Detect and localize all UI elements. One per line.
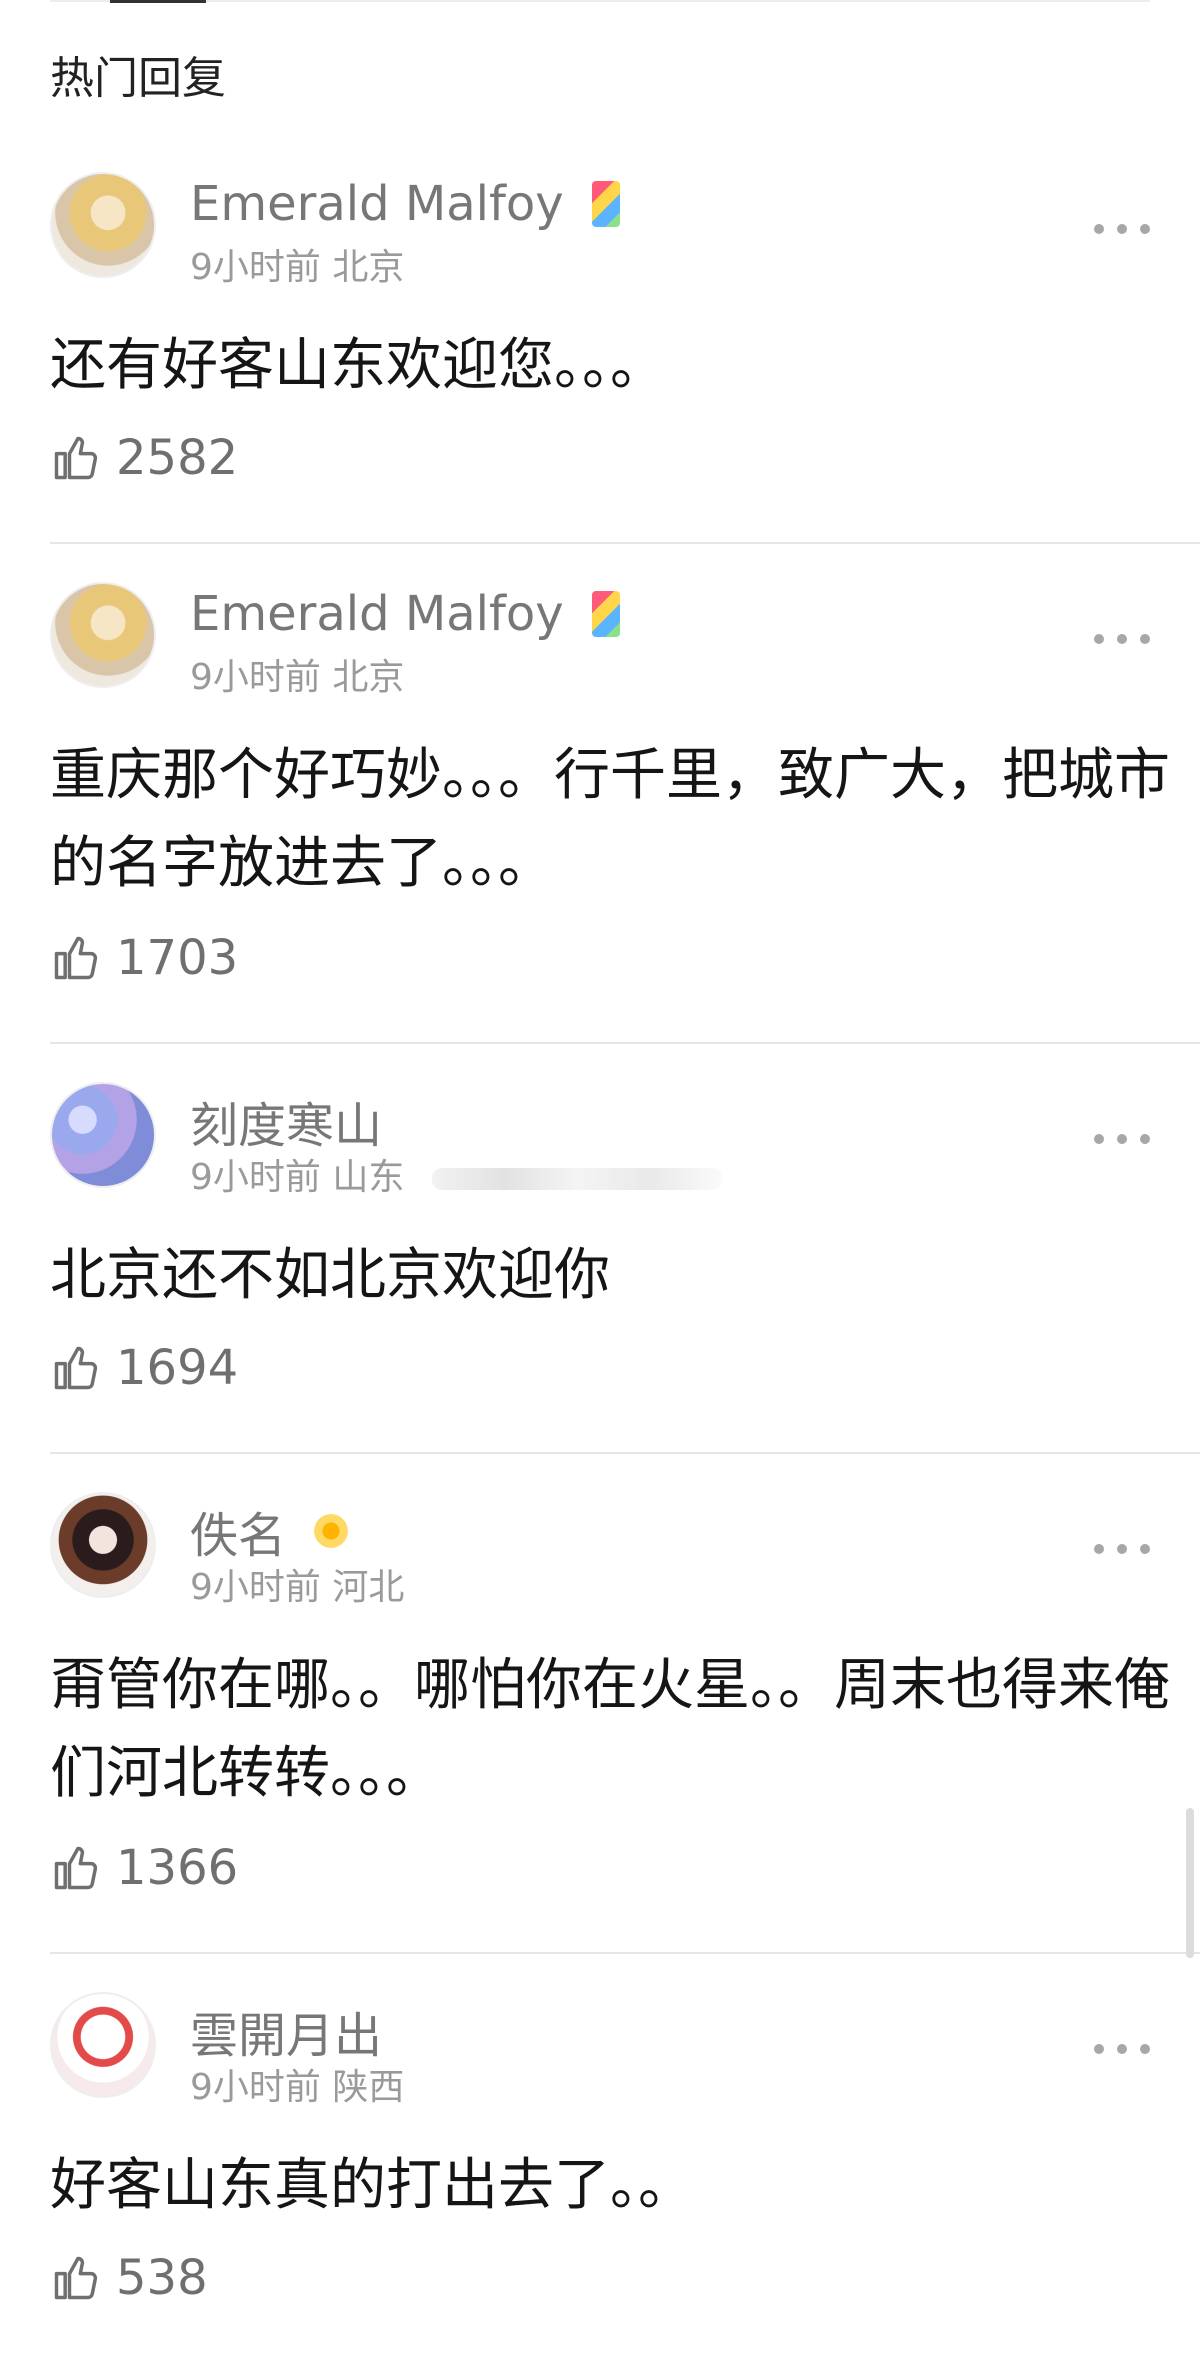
like-count: 1703 — [116, 930, 239, 986]
thumbs-up-icon — [54, 936, 98, 980]
comment-divider — [50, 1042, 1200, 1044]
username-text[interactable]: 刻度寒山 — [190, 1086, 382, 1156]
like-count: 2582 — [116, 430, 239, 486]
comment-time: 9小时前 — [190, 247, 321, 288]
thumbs-up-icon — [54, 436, 98, 480]
like-button[interactable]: 1703 — [50, 930, 238, 986]
comment-location: 陕西 — [332, 2067, 405, 2108]
avatar[interactable] — [50, 1992, 156, 2098]
thumbs-up-icon — [54, 1846, 98, 1890]
username[interactable]: Emerald Malfoy — [190, 586, 620, 642]
avatar[interactable] — [50, 1492, 156, 1598]
thumbs-up-icon — [54, 1346, 98, 1390]
like-count: 1366 — [116, 1840, 239, 1896]
avatar[interactable] — [50, 172, 156, 278]
comment-time: 9小时前 — [190, 657, 321, 698]
comment-text: 好客山东真的打出去了。。 — [50, 2153, 694, 2218]
username-text[interactable]: 雲開月出 — [190, 1996, 382, 2066]
comment-location: 河北 — [332, 1567, 405, 1608]
like-button[interactable]: 538 — [50, 2250, 208, 2306]
comment-location: 北京 — [332, 657, 405, 698]
comment-meta: 9小时前 北京 — [190, 238, 404, 290]
comment-meta: 9小时前 山东 — [190, 1148, 723, 1200]
comment-location: 北京 — [332, 247, 405, 288]
username-text[interactable]: 佚名 — [190, 1496, 286, 1566]
more-options-icon[interactable] — [1094, 632, 1150, 646]
comment-location: 山东 — [332, 1157, 405, 1198]
like-button[interactable]: 1366 — [50, 1840, 238, 1896]
blurred-ip-info — [432, 1168, 723, 1190]
tab-indicator — [110, 0, 206, 3]
comment-text: 北京还不如北京欢迎你 — [50, 1243, 610, 1308]
username[interactable]: 刻度寒山 — [190, 1086, 382, 1156]
comment-divider — [50, 1452, 1200, 1454]
username[interactable]: 佚名 — [190, 1496, 349, 1566]
comment-text: 重庆那个好巧妙。。。行千里，致广大，把城市的名字放进去了。。。 — [50, 743, 1170, 896]
comment-divider — [50, 542, 1200, 544]
like-count: 1694 — [116, 1340, 239, 1396]
comment-text: 还有好客山东欢迎您。。。 — [50, 333, 666, 398]
scrollbar[interactable] — [1186, 1808, 1194, 1958]
more-options-icon[interactable] — [1094, 1132, 1150, 1146]
username-text[interactable]: Emerald Malfoy — [190, 176, 564, 232]
section-title: 热门回复 — [50, 53, 226, 104]
comment-time: 9小时前 — [190, 1157, 321, 1198]
comment-meta: 9小时前 北京 — [190, 648, 404, 700]
comment-divider — [50, 1952, 1200, 1954]
sunflower-badge-icon — [314, 1514, 349, 1548]
comment-text: 甭管你在哪。。哪怕你在火星。。周末也得来俺们河北转转。。。 — [50, 1653, 1170, 1806]
comment-meta: 9小时前 陕西 — [190, 2058, 404, 2110]
comment-meta: 9小时前 河北 — [190, 1558, 404, 1610]
vip-badge-icon — [591, 181, 620, 227]
avatar[interactable] — [50, 1082, 156, 1188]
thumbs-up-icon — [54, 2256, 98, 2300]
more-options-icon[interactable] — [1094, 222, 1150, 236]
top-divider — [50, 0, 1150, 2]
username-text[interactable]: Emerald Malfoy — [190, 586, 564, 642]
comment-time: 9小时前 — [190, 2067, 321, 2108]
more-options-icon[interactable] — [1094, 2042, 1150, 2056]
like-count: 538 — [116, 2250, 208, 2306]
username[interactable]: 雲開月出 — [190, 1996, 382, 2066]
avatar[interactable] — [50, 582, 156, 688]
comment-time: 9小时前 — [190, 1567, 321, 1608]
like-button[interactable]: 2582 — [50, 430, 238, 486]
like-button[interactable]: 1694 — [50, 1340, 238, 1396]
more-options-icon[interactable] — [1094, 1542, 1150, 1556]
username[interactable]: Emerald Malfoy — [190, 176, 620, 232]
vip-badge-icon — [591, 591, 620, 637]
